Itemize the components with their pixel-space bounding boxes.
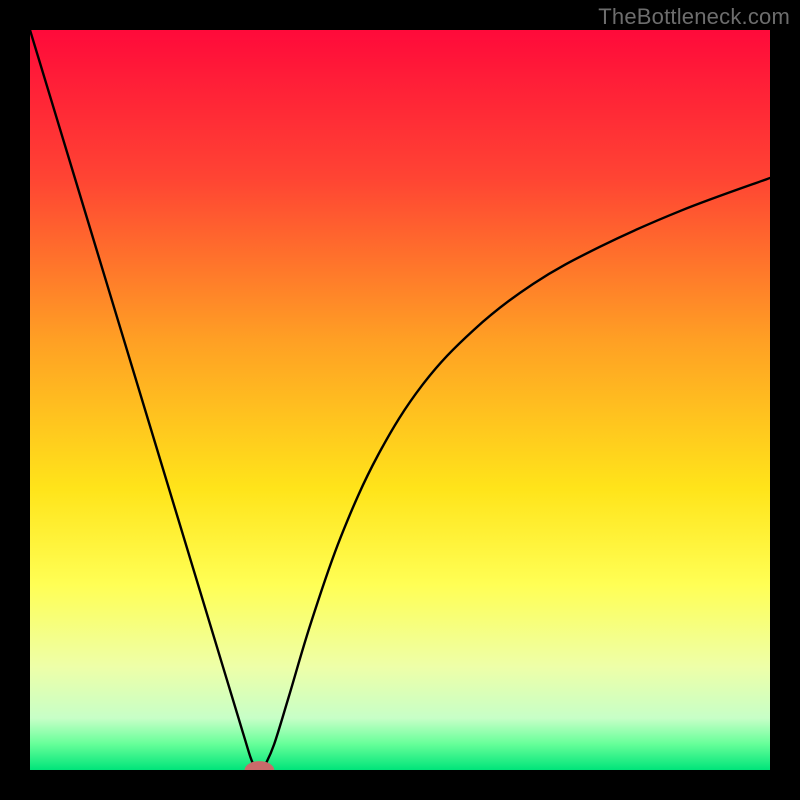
chart-frame: TheBottleneck.com: [0, 0, 800, 800]
chart-svg: [30, 30, 770, 770]
chart-plot-area: [30, 30, 770, 770]
watermark-text: TheBottleneck.com: [598, 4, 790, 30]
